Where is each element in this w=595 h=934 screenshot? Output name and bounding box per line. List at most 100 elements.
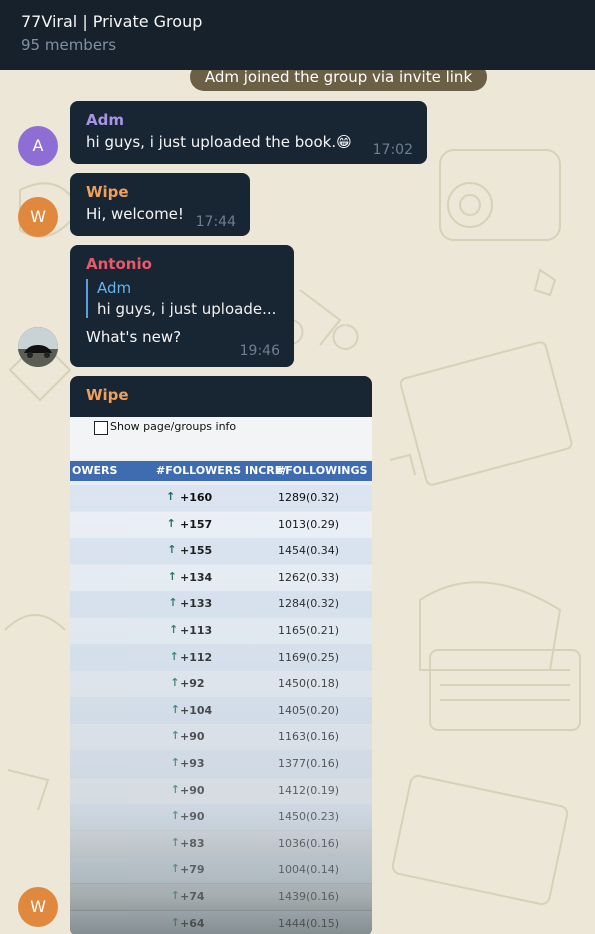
up-arrow-icon: ↑: [170, 702, 181, 716]
followers-increase: +90: [180, 810, 205, 824]
followers-increase: +160: [180, 491, 213, 504]
up-arrow-icon: ↑: [170, 915, 181, 929]
sender-name[interactable]: Wipe: [86, 183, 234, 201]
service-message: Adm joined the group via invite link: [190, 70, 487, 91]
followers-increase: +134: [180, 570, 213, 584]
table-row: ↑ +93 1377(0.16): [70, 751, 372, 777]
up-arrow-icon: ↑: [167, 543, 177, 557]
followings-value: 1165(0.21): [278, 624, 340, 637]
followings-value: 1284(0.32): [278, 597, 340, 611]
up-arrow-icon: ↑: [166, 516, 176, 530]
message-list[interactable]: Adm joined the group via invite link A A…: [0, 70, 595, 934]
member-count: 95 members: [21, 36, 117, 54]
followings-value: 1450(0.18): [278, 677, 340, 691]
message-text: hi guys, i just uploaded the book.😁: [86, 133, 352, 151]
up-arrow-icon: ↑: [167, 569, 178, 583]
followers-increase: +113: [180, 624, 213, 637]
avatar[interactable]: W: [18, 887, 58, 927]
table-row: ↑ +113 1165(0.21): [70, 618, 372, 644]
table-row: ↑ +112 1169(0.25): [70, 644, 372, 671]
up-arrow-icon: ↑: [170, 809, 181, 823]
message-bubble[interactable]: Antonio Adm hi guys, i just uploade... W…: [70, 245, 294, 367]
followings-value: 1454(0.34): [278, 544, 340, 558]
avatar[interactable]: W: [18, 197, 58, 237]
column-header: #FOLLOWERS INCRE/: [156, 464, 287, 477]
followings-value: 1289(0.32): [278, 491, 340, 504]
up-arrow-icon: ↑: [170, 835, 181, 849]
followings-value: 1013(0.29): [278, 517, 340, 531]
up-arrow-icon: ↑: [168, 596, 178, 610]
reply-text: hi guys, i just uploade...: [97, 300, 277, 318]
followers-increase: +90: [180, 730, 205, 744]
table-row: ↑ +155 1454(0.34): [70, 538, 372, 565]
table-row: ↑ +90 1412(0.19): [70, 777, 372, 804]
followers-increase: +79: [180, 863, 205, 877]
table-row: ↑ +79 1004(0.14): [70, 857, 372, 884]
up-arrow-icon: ↑: [170, 676, 180, 690]
followers-increase: +112: [180, 650, 213, 664]
up-arrow-icon: ↑: [169, 623, 179, 636]
photo-attachment[interactable]: Show page/groups info OWERS #FOLLOWERS I…: [70, 417, 372, 934]
table-row: ↑ +74 1439(0.16): [70, 884, 372, 910]
avatar-letter: W: [30, 897, 46, 916]
up-arrow-icon: ↑: [170, 862, 181, 876]
sender-name[interactable]: Wipe: [70, 376, 372, 404]
table-row: ↑ +157 1013(0.29): [70, 511, 372, 538]
table-header: OWERS #FOLLOWERS INCRE/ #FOLLOWINGS: [70, 461, 372, 481]
table-row: ↑ +83 1036(0.16): [70, 830, 372, 857]
reply-sender: Adm: [97, 279, 132, 297]
up-arrow-icon: ↑: [170, 889, 181, 902]
up-arrow-icon: ↑: [170, 756, 181, 769]
sender-name[interactable]: Antonio: [86, 255, 278, 273]
chat-header[interactable]: 77Viral | Private Group 95 members: [0, 0, 595, 70]
followers-increase: +155: [180, 544, 213, 558]
car-photo-icon: [18, 327, 58, 367]
column-header: OWERS: [72, 464, 118, 477]
followers-increase: +64: [180, 916, 205, 930]
avatar-letter: W: [30, 207, 46, 226]
avatar[interactable]: A: [18, 126, 58, 166]
column-header: #FOLLOWINGS: [276, 464, 368, 477]
message-time: 17:02: [372, 142, 413, 158]
followings-value: 1036(0.16): [278, 836, 340, 850]
followings-value: 1412(0.19): [278, 783, 340, 797]
group-title: 77Viral | Private Group: [21, 12, 203, 31]
reply-preview[interactable]: Adm hi guys, i just uploade...: [86, 279, 278, 318]
table-row: ↑ +64 1444(0.15): [70, 910, 372, 934]
message-bubble[interactable]: Wipe Hi, welcome! 17:44: [70, 173, 250, 236]
message-bubble[interactable]: Adm hi guys, i just uploaded the book.😁 …: [70, 101, 427, 164]
checkbox-label: Show page/groups info: [110, 420, 237, 433]
avatar[interactable]: [18, 327, 58, 367]
up-arrow-icon: ↑: [166, 490, 176, 503]
followings-value: 1004(0.14): [278, 863, 340, 877]
photo-message-bubble[interactable]: Wipe Show page/groups info OWERS #FOLLOW…: [70, 376, 372, 934]
avatar-letter: A: [32, 136, 44, 155]
table-row: ↑ +90 1163(0.16): [70, 724, 372, 751]
followings-value: 1377(0.16): [278, 757, 340, 770]
up-arrow-icon: ↑: [169, 649, 179, 663]
followers-increase: +92: [180, 677, 205, 691]
followings-value: 1450(0.23): [278, 810, 340, 824]
table-row: ↑ +134 1262(0.33): [70, 564, 372, 591]
followings-value: 1439(0.16): [278, 890, 340, 903]
followers-increase: +157: [180, 517, 213, 531]
message-time: 19:46: [239, 343, 280, 359]
followers-increase: +104: [180, 703, 213, 717]
up-arrow-icon: ↑: [170, 782, 181, 796]
checkbox: [94, 421, 108, 435]
sender-name[interactable]: Adm: [86, 111, 411, 129]
followers-increase: +74: [180, 890, 205, 903]
table-row: ↑ +104 1405(0.20): [70, 697, 372, 724]
followings-value: 1163(0.16): [278, 730, 340, 744]
up-arrow-icon: ↑: [170, 729, 181, 743]
followers-increase: +83: [180, 836, 205, 850]
followings-value: 1405(0.20): [278, 703, 340, 717]
message-time: 17:44: [195, 214, 236, 230]
followers-increase: +90: [180, 783, 205, 797]
followers-increase: +93: [180, 757, 205, 770]
followings-value: 1169(0.25): [278, 650, 340, 664]
table-row: ↑ +160 1289(0.32): [70, 485, 372, 511]
table-row: ↑ +90 1450(0.23): [70, 804, 372, 831]
table-row: ↑ +133 1284(0.32): [70, 591, 372, 618]
followings-value: 1444(0.15): [278, 916, 340, 930]
